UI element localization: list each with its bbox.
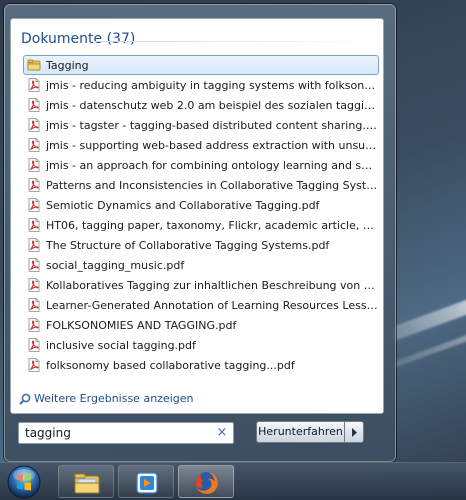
clear-search-icon[interactable]: × <box>214 425 230 441</box>
section-header-documents[interactable]: Dokumente (37) <box>21 31 135 47</box>
taskbar <box>0 462 466 500</box>
result-label: inclusive social tagging.pdf <box>46 339 196 352</box>
folder-icon <box>74 473 100 494</box>
result-label: Kollaboratives Tagging zur inhaltlichen … <box>46 279 379 292</box>
header-divider <box>95 41 375 42</box>
result-label: Tagging <box>46 59 89 72</box>
pdf-icon <box>28 278 40 292</box>
more-results-link[interactable]: Weitere Ergebnisse anzeigen <box>19 392 193 405</box>
results-list: Tagging jmis - reducing ambiguity in tagg… <box>23 55 379 375</box>
result-label: jmis - tagster - tagging-based distribut… <box>46 119 379 132</box>
start-button[interactable] <box>6 464 42 500</box>
pdf-icon <box>28 238 40 252</box>
taskbar-firefox-button[interactable] <box>178 465 234 498</box>
result-label: jmis - datenschutz web 2.0 am beispiel d… <box>46 99 379 112</box>
result-item[interactable]: jmis - supporting web-based address extr… <box>23 135 379 155</box>
result-label: jmis - an approach for combining ontolog… <box>46 159 379 172</box>
pdf-icon <box>28 178 40 192</box>
result-item[interactable]: Patterns and Inconsistencies in Collabor… <box>23 175 379 195</box>
search-icon <box>19 393 31 405</box>
result-item[interactable]: Semiotic Dynamics and Collaborative Tagg… <box>23 195 379 215</box>
result-item[interactable]: Tagging <box>23 55 379 75</box>
pdf-icon <box>28 298 40 312</box>
result-label: Learner-Generated Annotation of Learning… <box>46 299 379 312</box>
pdf-icon <box>28 218 40 232</box>
search-results-pane: Dokumente (37) Tagging jmis - reducing am… <box>10 18 384 414</box>
firefox-icon <box>196 472 218 494</box>
pdf-icon <box>28 98 40 112</box>
search-input[interactable] <box>18 422 234 444</box>
windows-logo-icon <box>7 465 41 499</box>
pdf-icon <box>28 358 40 372</box>
result-label: jmis - supporting web-based address extr… <box>46 139 379 152</box>
result-item[interactable]: social_tagging_music.pdf <box>23 255 379 275</box>
pdf-icon <box>28 158 40 172</box>
result-item[interactable]: The Structure of Collaborative Tagging S… <box>23 235 379 255</box>
result-item[interactable]: jmis - tagster - tagging-based distribut… <box>23 115 379 135</box>
result-item[interactable]: jmis - datenschutz web 2.0 am beispiel d… <box>23 95 379 115</box>
result-label: Patterns and Inconsistencies in Collabor… <box>46 179 379 192</box>
result-item[interactable]: Learner-Generated Annotation of Learning… <box>23 295 379 315</box>
result-label: jmis - reducing ambiguity in tagging sys… <box>46 79 379 92</box>
taskbar-media-player-button[interactable] <box>118 465 174 498</box>
pdf-icon <box>28 138 40 152</box>
result-label: FOLKSONOMIES AND TAGGING.pdf <box>46 319 237 332</box>
pdf-icon <box>28 258 40 272</box>
result-item[interactable]: HT06, tagging paper, taxonomy, Flickr, a… <box>23 215 379 235</box>
result-label: Semiotic Dynamics and Collaborative Tagg… <box>46 199 320 212</box>
start-menu: Dokumente (37) Tagging jmis - reducing am… <box>4 4 396 462</box>
start-menu-bottom: × Herunterfahren <box>4 414 396 462</box>
result-item[interactable]: folksonomy based collaborative tagging..… <box>23 355 379 375</box>
result-item[interactable]: jmis - an approach for combining ontolog… <box>23 155 379 175</box>
result-label: HT06, tagging paper, taxonomy, Flickr, a… <box>46 219 379 232</box>
taskbar-explorer-button[interactable] <box>58 465 114 498</box>
pdf-icon <box>28 338 40 352</box>
result-label: folksonomy based collaborative tagging..… <box>46 359 295 372</box>
media-player-icon <box>136 472 158 494</box>
pdf-icon <box>28 198 40 212</box>
more-results-label: Weitere Ergebnisse anzeigen <box>34 392 194 405</box>
folder-icon <box>27 59 41 71</box>
pdf-icon <box>28 318 40 332</box>
result-item[interactable]: inclusive social tagging.pdf <box>23 335 379 355</box>
result-item[interactable]: jmis - reducing ambiguity in tagging sys… <box>23 75 379 95</box>
chevron-right-icon <box>352 428 357 437</box>
result-label: social_tagging_music.pdf <box>46 259 185 272</box>
result-item[interactable]: FOLKSONOMIES AND TAGGING.pdf <box>23 315 379 335</box>
result-item[interactable]: Kollaboratives Tagging zur inhaltlichen … <box>23 275 379 295</box>
shutdown-options-button[interactable] <box>344 421 364 443</box>
pdf-icon <box>28 78 40 92</box>
pdf-icon <box>28 118 40 132</box>
shutdown-button[interactable]: Herunterfahren <box>256 421 344 443</box>
result-label: The Structure of Collaborative Tagging S… <box>46 239 330 252</box>
